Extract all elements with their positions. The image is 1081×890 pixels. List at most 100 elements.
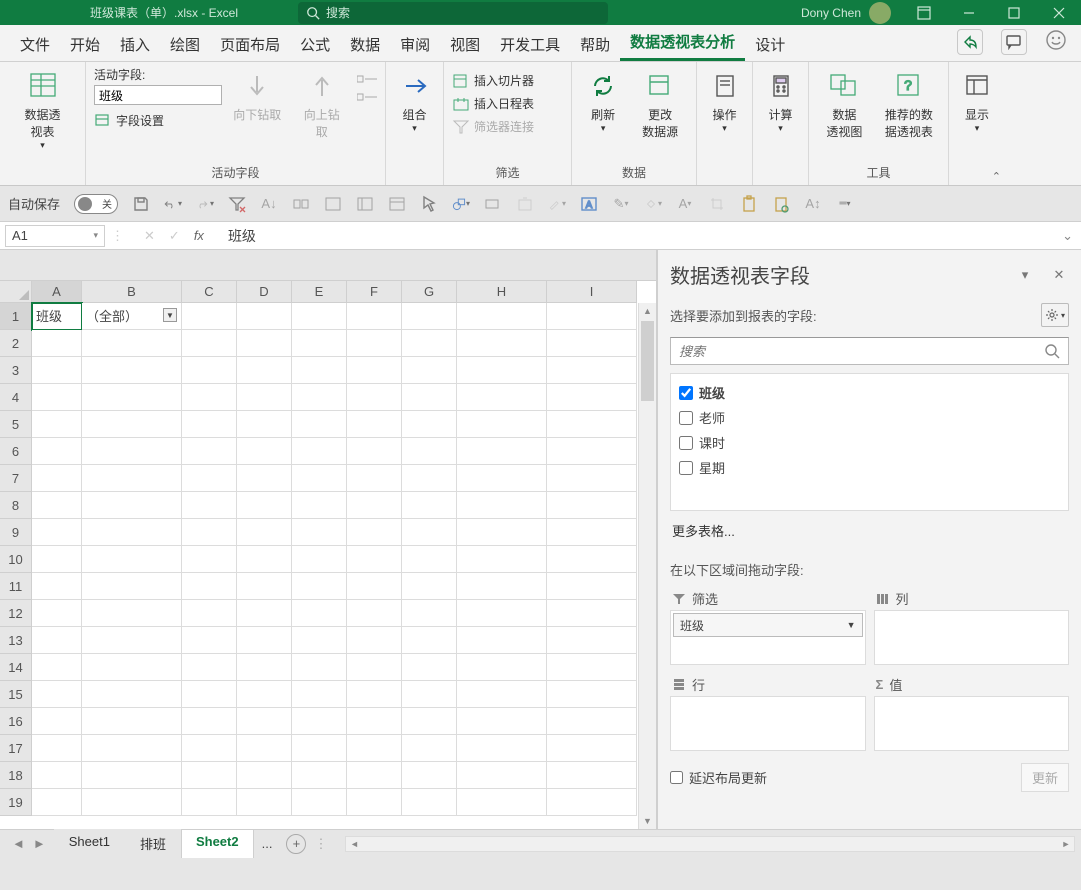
cell-A1[interactable]: 班级	[32, 303, 82, 330]
autosave-toggle[interactable]: 关	[74, 194, 118, 214]
cell-A8[interactable]	[32, 492, 82, 519]
cell-C13[interactable]	[182, 627, 237, 654]
cell-B16[interactable]	[82, 708, 182, 735]
cell-F13[interactable]	[347, 627, 402, 654]
tab-开发工具[interactable]: 开发工具	[490, 26, 570, 61]
ribbon-display-options[interactable]	[901, 0, 946, 25]
tab-数据[interactable]: 数据	[340, 26, 390, 61]
cell-H11[interactable]	[457, 573, 547, 600]
cell-E12[interactable]	[292, 600, 347, 627]
pane-options-button[interactable]: ▾	[1015, 265, 1035, 285]
sheet-next-button[interactable]: ►	[33, 836, 46, 851]
field-老师[interactable]: 老师	[679, 405, 1060, 430]
cell-A16[interactable]	[32, 708, 82, 735]
tab-帮助[interactable]: 帮助	[570, 26, 620, 61]
col-header-C[interactable]: C	[182, 281, 237, 303]
cell-G10[interactable]	[402, 546, 457, 573]
cell-I13[interactable]	[547, 627, 637, 654]
row-header-13[interactable]: 13	[0, 627, 32, 654]
cell-D16[interactable]	[237, 708, 292, 735]
cell-E8[interactable]	[292, 492, 347, 519]
pointer-icon[interactable]	[420, 195, 438, 213]
cell-E10[interactable]	[292, 546, 347, 573]
cell-H7[interactable]	[457, 465, 547, 492]
cell-B1[interactable]: （全部）▼	[82, 303, 182, 330]
scroll-right-arrow[interactable]: ►	[1058, 837, 1074, 851]
rows-area[interactable]: 行	[670, 673, 866, 751]
cell-I1[interactable]	[547, 303, 637, 330]
cell-G4[interactable]	[402, 384, 457, 411]
cell-B19[interactable]	[82, 789, 182, 816]
cell-F8[interactable]	[347, 492, 402, 519]
field-班级[interactable]: 班级	[679, 380, 1060, 405]
cell-I3[interactable]	[547, 357, 637, 384]
cell-F1[interactable]	[347, 303, 402, 330]
tab-页面布局[interactable]: 页面布局	[210, 26, 290, 61]
cell-I16[interactable]	[547, 708, 637, 735]
cell-F9[interactable]	[347, 519, 402, 546]
sheet-tab-Sheet1[interactable]: Sheet1	[54, 829, 125, 858]
row-header-9[interactable]: 9	[0, 519, 32, 546]
cell-D7[interactable]	[237, 465, 292, 492]
field-search-box[interactable]	[670, 337, 1069, 365]
tab-开始[interactable]: 开始	[60, 26, 110, 61]
worksheet-grid[interactable]: ABCDEFGHI 12345678910111213141516171819 …	[0, 250, 656, 829]
cell-C10[interactable]	[182, 546, 237, 573]
cell-B2[interactable]	[82, 330, 182, 357]
cell-C15[interactable]	[182, 681, 237, 708]
cell-I14[interactable]	[547, 654, 637, 681]
paste-icon[interactable]	[740, 195, 758, 213]
redo-icon[interactable]: ▾	[196, 195, 214, 213]
save-icon[interactable]	[132, 195, 150, 213]
cell-I2[interactable]	[547, 330, 637, 357]
cell-F15[interactable]	[347, 681, 402, 708]
cell-E2[interactable]	[292, 330, 347, 357]
change-source-button[interactable]: 更改 数据源	[632, 66, 688, 140]
undo-icon[interactable]: ▾	[164, 195, 182, 213]
cell-D10[interactable]	[237, 546, 292, 573]
cell-D3[interactable]	[237, 357, 292, 384]
tab-插入[interactable]: 插入	[110, 26, 160, 61]
col-header-I[interactable]: I	[547, 281, 637, 303]
share-button[interactable]	[957, 29, 983, 55]
cell-D1[interactable]	[237, 303, 292, 330]
cell-B9[interactable]	[82, 519, 182, 546]
cell-A13[interactable]	[32, 627, 82, 654]
cell-F14[interactable]	[347, 654, 402, 681]
cell-C11[interactable]	[182, 573, 237, 600]
insert-timeline-button[interactable]: 插入日程表	[452, 93, 534, 114]
col-header-A[interactable]: A	[32, 281, 82, 303]
columns-area[interactable]: 列	[874, 587, 1070, 665]
row-header-4[interactable]: 4	[0, 384, 32, 411]
sheet-tab-Sheet2[interactable]: Sheet2	[181, 829, 254, 858]
scroll-thumb[interactable]	[641, 321, 654, 401]
delete-icon[interactable]	[516, 195, 534, 213]
rename-icon[interactable]	[484, 195, 502, 213]
cell-B15[interactable]	[82, 681, 182, 708]
cell-A11[interactable]	[32, 573, 82, 600]
shapes-icon[interactable]: ▾	[452, 195, 470, 213]
cell-F18[interactable]	[347, 762, 402, 789]
cell-G2[interactable]	[402, 330, 457, 357]
tab-数据透视表分析[interactable]: 数据透视表分析	[620, 23, 745, 61]
filter-item-班级[interactable]: 班级▼	[673, 613, 863, 637]
cell-F7[interactable]	[347, 465, 402, 492]
cell-G9[interactable]	[402, 519, 457, 546]
pane-close-button[interactable]: ✕	[1049, 265, 1069, 285]
cell-H6[interactable]	[457, 438, 547, 465]
cell-F12[interactable]	[347, 600, 402, 627]
cell-I4[interactable]	[547, 384, 637, 411]
cell-C7[interactable]	[182, 465, 237, 492]
cell-C12[interactable]	[182, 600, 237, 627]
update-button[interactable]: 更新	[1021, 763, 1069, 792]
field-search-input[interactable]	[679, 344, 1044, 359]
paste-special-icon[interactable]	[772, 195, 790, 213]
cell-H15[interactable]	[457, 681, 547, 708]
row-header-14[interactable]: 14	[0, 654, 32, 681]
horizontal-scrollbar[interactable]: ◄ ►	[345, 836, 1075, 852]
cell-H8[interactable]	[457, 492, 547, 519]
cell-A17[interactable]	[32, 735, 82, 762]
col-header-B[interactable]: B	[82, 281, 182, 303]
cell-I18[interactable]	[547, 762, 637, 789]
cell-I15[interactable]	[547, 681, 637, 708]
